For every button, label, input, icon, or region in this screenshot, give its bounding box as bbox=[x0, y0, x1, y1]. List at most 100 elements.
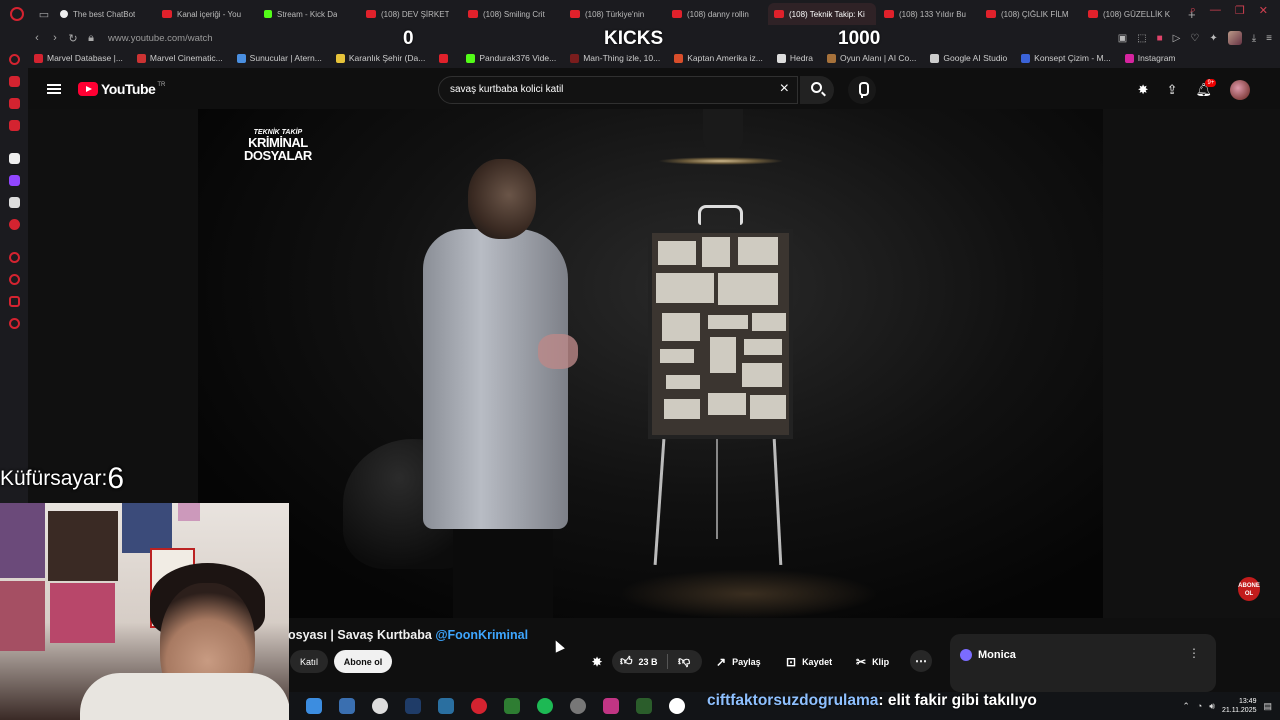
reload-icon[interactable]: ↻ bbox=[64, 32, 82, 45]
ai-tool-icon[interactable] bbox=[9, 153, 20, 164]
extensions-icon[interactable]: ✦ bbox=[1209, 33, 1217, 44]
join-button[interactable]: Katıl bbox=[290, 650, 328, 673]
speaker-icon[interactable]: 🔊︎ bbox=[1209, 701, 1215, 712]
more-vertical-icon[interactable]: ⋮ bbox=[1188, 646, 1200, 660]
messenger-icon[interactable] bbox=[9, 98, 20, 109]
voice-search-icon[interactable] bbox=[848, 76, 876, 104]
clip-button[interactable]: ✂ Klip bbox=[856, 650, 889, 673]
aria-icon[interactable] bbox=[9, 76, 20, 87]
tray-chevron-icon[interactable]: ⌃ bbox=[1182, 701, 1190, 712]
browser-tab[interactable]: Kanal içeriği - You bbox=[156, 3, 256, 25]
ai-summary-button[interactable]: ✸ bbox=[592, 650, 602, 673]
easel-leg bbox=[716, 439, 718, 539]
browser-tab[interactable]: (108) danny rollin bbox=[666, 3, 766, 25]
video-player[interactable]: TEKNİK TAKİP KRİMİNAL DOSYALAR bbox=[198, 109, 1103, 618]
instagram-icon[interactable] bbox=[603, 698, 619, 714]
youtube-logo[interactable]: YouTube TR bbox=[78, 81, 165, 97]
browser-tab[interactable]: (108) DEV ŞİRKET bbox=[360, 3, 460, 25]
twitch-icon[interactable] bbox=[9, 175, 20, 186]
menu-icon[interactable]: ≡ bbox=[1266, 33, 1272, 44]
forward-icon[interactable]: › bbox=[46, 32, 64, 44]
app-icon[interactable] bbox=[504, 698, 520, 714]
bookmark-item[interactable]: Karanlık Şehir (Da... bbox=[335, 53, 425, 63]
music-icon[interactable] bbox=[9, 120, 20, 131]
clock[interactable]: 13:49 21.11.2025 bbox=[1222, 697, 1257, 715]
create-icon[interactable]: ⇪ bbox=[1167, 82, 1178, 98]
clock-icon[interactable] bbox=[9, 274, 20, 285]
channel-handle-link[interactable]: @FoonKriminal bbox=[435, 628, 528, 642]
search-tabs-icon[interactable]: ⌕ bbox=[1190, 4, 1196, 17]
camera-icon[interactable]: ▣ bbox=[1118, 33, 1127, 44]
start-icon[interactable] bbox=[306, 698, 322, 714]
opera-taskbar-icon[interactable] bbox=[471, 698, 487, 714]
ai-extension-icon[interactable]: ✸ bbox=[1138, 82, 1149, 98]
share-button[interactable]: ↗ Paylaş bbox=[716, 650, 761, 673]
extension-icon[interactable] bbox=[9, 219, 20, 230]
opera-logo-icon[interactable] bbox=[10, 7, 24, 21]
notification-center-icon[interactable]: ▤ bbox=[1263, 701, 1272, 712]
search-input[interactable]: savaş kurtbaba kolici katil × bbox=[438, 76, 798, 104]
close-icon[interactable]: ✕ bbox=[1259, 4, 1268, 17]
browser-tab[interactable]: (108) 133 Yıldır Bu bbox=[878, 3, 978, 25]
browser-app-icon[interactable] bbox=[372, 698, 388, 714]
subscribe-button[interactable]: Abone ol bbox=[334, 650, 392, 673]
dislike-button[interactable]: 👎︎ bbox=[678, 650, 690, 673]
search-button[interactable] bbox=[800, 76, 834, 104]
wifi-icon[interactable]: ◔ bbox=[1197, 701, 1202, 711]
browser-tab[interactable]: (108) GÜZELLİK K bbox=[1082, 3, 1182, 25]
bookmark-item[interactable]: Man-Thing izle, 10... bbox=[570, 53, 660, 63]
app-icon[interactable] bbox=[636, 698, 652, 714]
clear-search-icon[interactable]: × bbox=[780, 80, 789, 98]
pocket-icon[interactable]: ■ bbox=[1157, 33, 1163, 44]
browser-tab[interactable]: Stream - Kick Da bbox=[258, 3, 358, 25]
save-button[interactable]: ⊡ Kaydet bbox=[786, 650, 832, 673]
x-icon[interactable] bbox=[9, 197, 20, 208]
snapshot-icon[interactable]: ⬚ bbox=[1137, 33, 1146, 44]
settings-icon[interactable] bbox=[9, 318, 20, 329]
notifications-icon[interactable]: 🔔︎ 9+ bbox=[1195, 79, 1217, 98]
steam-icon[interactable] bbox=[405, 698, 421, 714]
profile-avatar[interactable] bbox=[1227, 31, 1242, 45]
bookmark-item[interactable]: Marvel Cinematic... bbox=[136, 53, 223, 63]
bookmark-item[interactable]: Sunucular | Atern... bbox=[236, 53, 322, 63]
bookmark-item[interactable]: Hedra bbox=[776, 53, 813, 63]
board-clipping bbox=[750, 395, 786, 419]
bookmark-item[interactable]: Pandurak376 Vide... bbox=[466, 53, 556, 63]
browser-tab[interactable]: (108) Türkiye'nin bbox=[564, 3, 664, 25]
bookmark-item[interactable]: Kaptan Amerika iz... bbox=[674, 53, 763, 63]
more-actions-button[interactable]: ⋯ bbox=[910, 650, 932, 672]
evidence-board bbox=[648, 229, 793, 439]
bookmark-item[interactable]: Marvel Database |... bbox=[34, 53, 123, 63]
browser-tab[interactable]: (108) ÇIĞLIK FİLM bbox=[980, 3, 1080, 25]
account-avatar[interactable] bbox=[1230, 80, 1250, 100]
board-clipping bbox=[658, 241, 696, 265]
url-field[interactable]: www.youtube.com/watch bbox=[108, 33, 328, 44]
app-icon[interactable] bbox=[570, 698, 586, 714]
play-icon[interactable]: ▷ bbox=[1173, 33, 1181, 44]
bookmark-item[interactable]: Oyun Alanı | AI Co... bbox=[826, 53, 916, 63]
app-icon[interactable] bbox=[438, 698, 454, 714]
history-icon[interactable] bbox=[9, 54, 20, 65]
app-icon[interactable] bbox=[669, 698, 685, 714]
bookmark-item[interactable]: Konsept Çizim - M... bbox=[1021, 53, 1111, 63]
maximize-icon[interactable]: ❐ bbox=[1235, 4, 1245, 17]
player-icon[interactable] bbox=[9, 252, 20, 263]
bookmark-item[interactable]: Google AI Studio bbox=[930, 53, 1007, 63]
download-icon[interactable]: ⤓ bbox=[1252, 33, 1256, 44]
browser-tab[interactable]: The best ChatBot bbox=[54, 3, 154, 25]
browser-tab[interactable]: (108) Smiling Crit bbox=[462, 3, 562, 25]
bookmark-item[interactable] bbox=[439, 53, 452, 63]
tab-menu-icon[interactable]: ▭ bbox=[34, 4, 54, 24]
like-button[interactable]: 👍︎ 23 B bbox=[620, 650, 658, 673]
browser-tab[interactable]: (108) Teknik Takip: Ki bbox=[768, 3, 876, 25]
spotify-icon[interactable] bbox=[537, 698, 553, 714]
back-icon[interactable]: ‹ bbox=[28, 32, 46, 44]
hamburger-menu-icon[interactable] bbox=[47, 84, 61, 94]
subscribe-badge[interactable]: ABONE OL bbox=[1238, 577, 1260, 601]
cube-icon[interactable] bbox=[9, 296, 20, 307]
heart-icon[interactable]: ♡ bbox=[1190, 33, 1199, 44]
minimize-icon[interactable]: — bbox=[1210, 4, 1221, 17]
bookmark-item[interactable]: Instagram bbox=[1124, 53, 1176, 63]
explorer-icon[interactable] bbox=[339, 698, 355, 714]
board-clipping bbox=[662, 313, 700, 341]
